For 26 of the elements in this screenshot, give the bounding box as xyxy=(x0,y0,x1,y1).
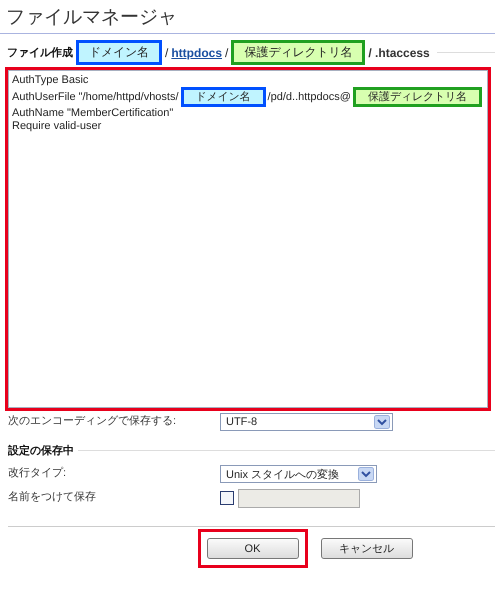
encoding-select[interactable]: UTF-8 xyxy=(220,413,393,431)
encoding-label: 次のエンコーディングで保存する: xyxy=(8,414,178,428)
file-name: / .htaccess xyxy=(368,46,430,60)
caret-icon xyxy=(374,415,390,429)
text-editor[interactable]: AuthType Basic AuthUserFile "/home/httpd/vhosts/ ドメイン名 /pd/d..httpdocs@ 保護ディレクトリ名 AuthName "MemberCertification" Require valid-user xyxy=(8,70,488,408)
section-title: 設定の保存中 xyxy=(8,444,74,458)
code-text: AuthName "MemberCertification" xyxy=(12,107,174,120)
annotation-label: ドメイン名 xyxy=(76,40,162,65)
line-type-select[interactable]: Unix スタイルへの変換 xyxy=(220,465,377,483)
path-separator: / xyxy=(165,46,168,60)
annotation-label: 保護ディレクトリ名 xyxy=(352,87,482,107)
folder-link[interactable]: httpdocs xyxy=(171,46,222,60)
create-file-label: ファイル作成 xyxy=(7,46,73,60)
code-text: Require valid-user xyxy=(12,120,102,133)
caret-icon xyxy=(358,467,374,481)
code-text: /pd/d..httpdocs@ xyxy=(268,90,351,104)
line-type-label: 改行タイプ: xyxy=(8,466,68,480)
code-text: AuthUserFile "/home/httpd/vhosts/ xyxy=(12,90,179,104)
annotation-label: 保護ディレクトリ名 xyxy=(231,40,366,65)
code-text: AuthType Basic xyxy=(12,74,88,87)
annotation-label: ドメイン名 xyxy=(180,87,266,107)
save-as-label: 名前をつけて保存 xyxy=(8,490,97,504)
path-separator: / xyxy=(225,46,228,60)
ok-button[interactable]: OK xyxy=(206,538,298,559)
cancel-button[interactable]: キャンセル xyxy=(320,538,412,559)
page-title: ファイルマネージャ xyxy=(0,0,495,34)
